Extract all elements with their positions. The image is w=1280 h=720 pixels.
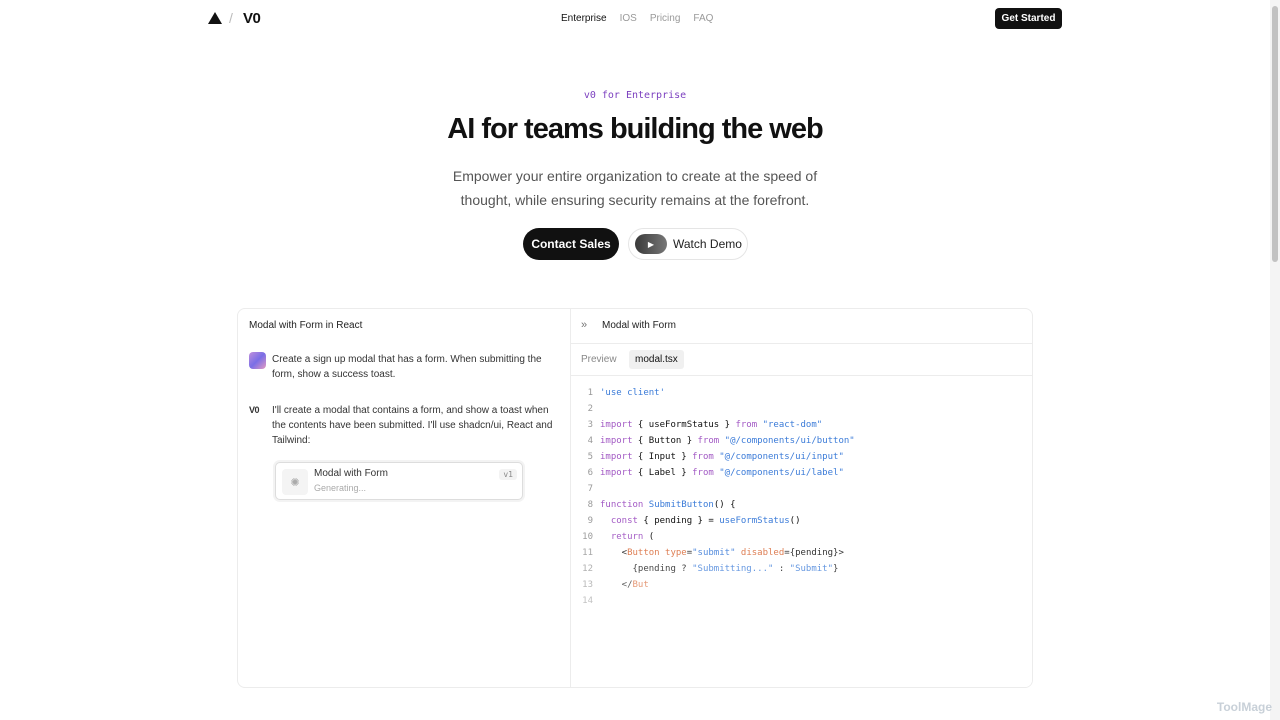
- play-icon: ▶: [635, 234, 667, 254]
- version-badge: v1: [499, 469, 517, 480]
- code-line: 4 import { Button } from "@/components/ui…: [587, 436, 855, 446]
- code-line: 7: [587, 484, 593, 494]
- code-line: 8 function SubmitButton() {: [587, 500, 736, 510]
- generation-title: Modal with Form: [314, 468, 388, 479]
- v0-icon: V0: [249, 405, 260, 415]
- user-message-text: Create a sign up modal that has a form. …: [272, 354, 542, 380]
- watermark: ToolMage: [1216, 700, 1272, 714]
- assistant-message-text: I'll create a modal that contains a form…: [272, 405, 553, 446]
- get-started-button[interactable]: Get Started: [995, 8, 1062, 29]
- code-line: 6 import { Label } from "@/components/ui/…: [587, 468, 844, 478]
- nav-link-ios[interactable]: IOS: [620, 13, 637, 24]
- nav-link-pricing[interactable]: Pricing: [650, 13, 681, 24]
- collapse-chevron-icon[interactable]: »: [581, 319, 587, 331]
- user-message: Create a sign up modal that has a form. …: [249, 352, 559, 382]
- tab-modal-tsx[interactable]: modal.tsx: [629, 350, 684, 369]
- code-pane: » Modal with Form Preview modal.tsx 1'us…: [571, 309, 1032, 687]
- code-line: 3 import { useFormStatus } from "react-do…: [587, 420, 823, 430]
- code-tabs: Preview modal.tsx: [571, 344, 1032, 376]
- code-pane-header: » Modal with Form: [571, 309, 1032, 344]
- chat-title: Modal with Form in React: [249, 320, 363, 331]
- contact-sales-button[interactable]: Contact Sales: [523, 228, 619, 260]
- hero-title: AI for teams building the web: [447, 113, 823, 145]
- code-pane-title: Modal with Form: [602, 320, 676, 331]
- watch-demo-button[interactable]: ▶ Watch Demo: [628, 228, 748, 260]
- hero-subtitle: Empower your entire organization to crea…: [452, 168, 818, 208]
- v0-logo[interactable]: V0: [243, 10, 261, 27]
- scrollbar-thumb[interactable]: [1272, 6, 1278, 262]
- vercel-logo-icon[interactable]: [208, 12, 222, 24]
- nav-links: Enterprise IOS Pricing FAQ: [561, 13, 713, 24]
- spinner-icon: ✺: [282, 469, 308, 495]
- code-fade-overlay: [571, 529, 1032, 687]
- chat-pane: Modal with Form in React Create a sign u…: [238, 309, 571, 687]
- top-nav: / V0 Enterprise IOS Pricing FAQ Get Star…: [0, 0, 1270, 38]
- watch-demo-label: Watch Demo: [673, 237, 742, 251]
- nav-link-enterprise[interactable]: Enterprise: [561, 13, 607, 24]
- demo-panel: Modal with Form in React Create a sign u…: [237, 308, 1033, 688]
- scrollbar[interactable]: [1270, 0, 1280, 720]
- code-line: 1'use client': [587, 388, 666, 398]
- generation-status: Generating...: [314, 483, 367, 493]
- code-line: 2: [587, 404, 593, 414]
- tab-preview[interactable]: Preview: [575, 350, 623, 369]
- code-line: 9 const { pending } = useFormStatus(): [587, 516, 801, 526]
- logo-separator: /: [229, 10, 233, 26]
- generation-card[interactable]: ✺ Modal with Form Generating... v1: [275, 462, 523, 500]
- assistant-message: V0 I'll create a modal that contains a f…: [249, 403, 559, 448]
- hero-eyebrow: v0 for Enterprise: [583, 90, 687, 101]
- nav-link-faq[interactable]: FAQ: [693, 13, 713, 24]
- code-line: 5 import { Input } from "@/components/ui/…: [587, 452, 844, 462]
- avatar: [249, 352, 266, 369]
